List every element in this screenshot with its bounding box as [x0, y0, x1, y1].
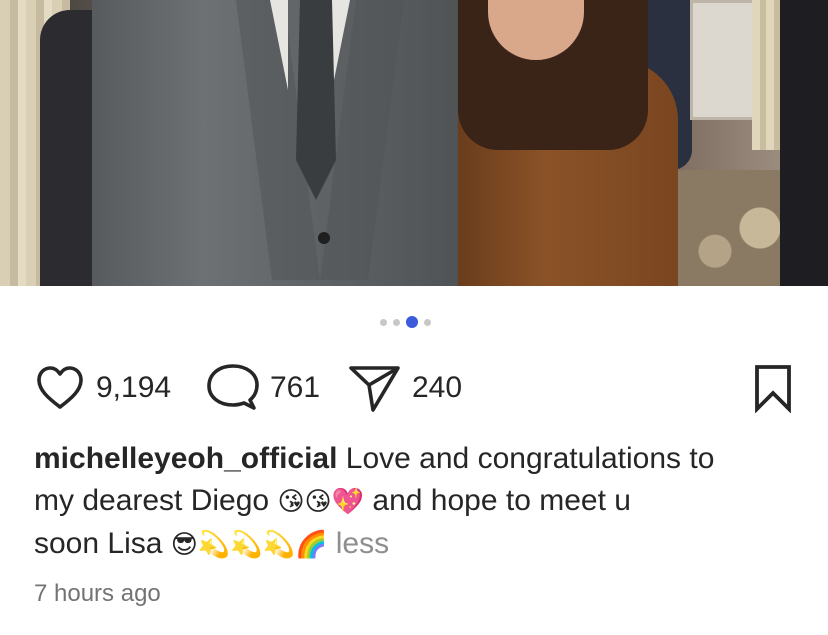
carousel-dot: [424, 318, 431, 326]
caption-emojis: 😘😘💖: [277, 487, 365, 517]
caption-text: soon Lisa: [34, 527, 163, 560]
caption-text: and hope to meet u: [372, 484, 631, 517]
door: [690, 0, 760, 120]
carousel-dot-active: [406, 316, 418, 328]
comment-bubble-icon: [207, 364, 259, 410]
background-person: [780, 0, 828, 286]
paper-plane-icon: [349, 366, 400, 412]
caption-emojis: 😎💫💫💫🌈: [170, 530, 328, 560]
caption-text: my dearest Diego: [34, 484, 270, 517]
like-count: 9,194: [96, 371, 172, 404]
carousel-dot: [393, 318, 400, 326]
comment-count: 761: [270, 371, 321, 404]
less-link[interactable]: less: [336, 527, 389, 560]
bookmark-icon: [755, 365, 791, 413]
post-timestamp: 7 hours ago: [34, 580, 161, 607]
caption-text: Love and congratulations to: [345, 442, 715, 475]
comment-button[interactable]: 761: [206, 360, 320, 416]
caption-username[interactable]: michelleyeoh_official: [34, 442, 337, 475]
suit-button: [318, 232, 330, 244]
post-actions: 9,194 761 240: [34, 360, 794, 416]
like-button[interactable]: 9,194: [34, 360, 171, 416]
share-count: 240: [412, 371, 463, 404]
tie: [296, 0, 336, 200]
post-caption: michelleyeoh_official Love and congratul…: [34, 438, 804, 566]
carousel-dot: [380, 318, 387, 326]
share-button[interactable]: 240: [348, 360, 462, 416]
save-button[interactable]: [752, 360, 794, 416]
heart-icon: [37, 366, 83, 409]
carousel-indicator: [380, 316, 431, 328]
post-photo[interactable]: [0, 0, 828, 286]
